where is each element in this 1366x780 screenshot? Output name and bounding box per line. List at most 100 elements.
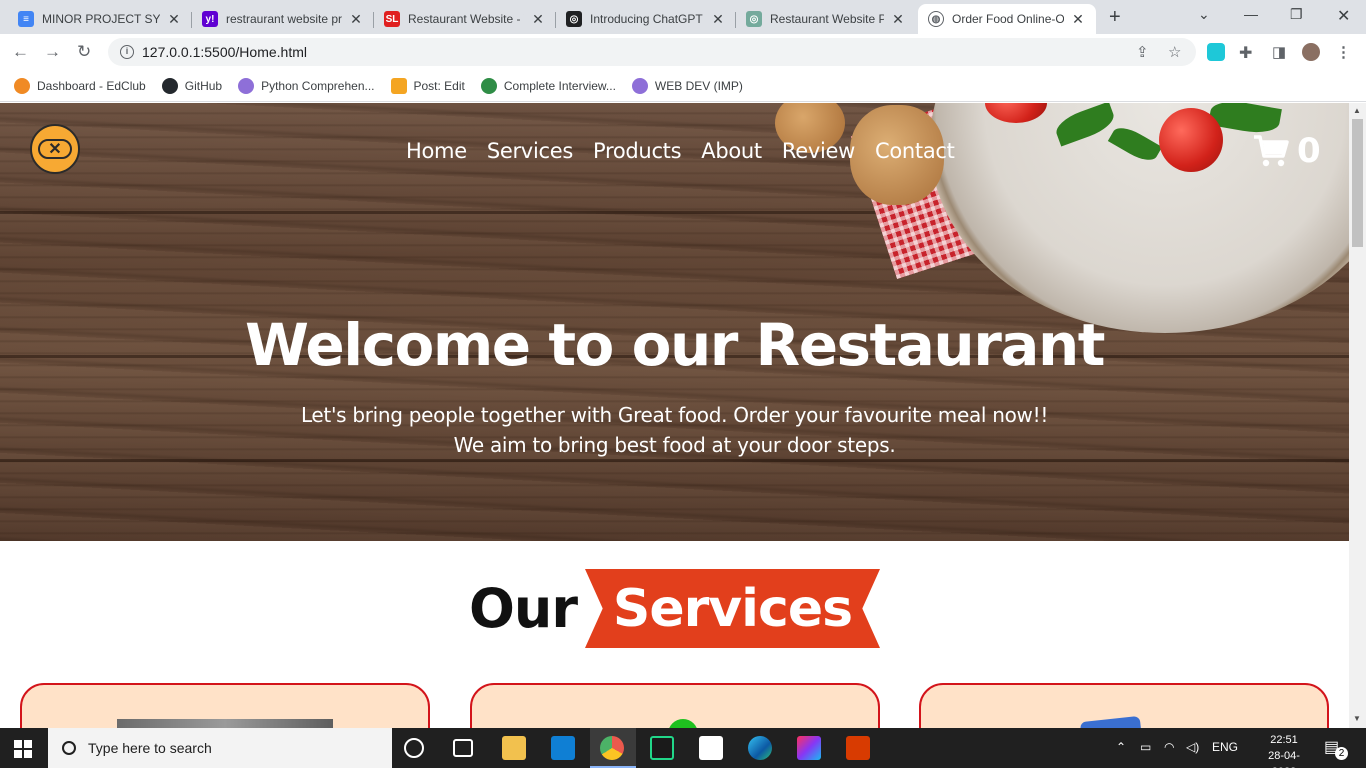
cart-button[interactable]: 0 [1253,131,1321,171]
edge-icon[interactable] [748,736,772,760]
bookmark-label: Python Comprehen... [261,78,375,93]
nav-about[interactable]: About [701,139,762,163]
close-icon[interactable]: ✕ [530,11,546,28]
side-panel-icon[interactable]: ◨ [1272,43,1286,61]
tab-title: Restaurant Website Pr [770,12,884,26]
puzzle-icon[interactable]: ✚ [1239,43,1252,63]
share-icon[interactable]: ⇪ [1136,43,1149,61]
close-icon[interactable]: ✕ [348,11,364,28]
avatar[interactable] [1302,43,1320,61]
back-icon[interactable]: ← [12,42,29,62]
service-image [668,719,698,728]
minimize-button[interactable]: — [1244,6,1258,22]
new-tab-button[interactable]: + [1109,6,1121,29]
tab-1[interactable]: y! restraurant website pr ✕ [192,4,374,34]
nav-review[interactable]: Review [782,139,855,163]
tab-title: Order Food Online-Or [952,12,1064,26]
edclub-icon [14,77,30,94]
nav-services[interactable]: Services [487,139,573,163]
forward-icon[interactable]: → [44,42,61,62]
tab-4[interactable]: ◎ Restaurant Website Pr ✕ [736,4,916,34]
bookmark-item[interactable]: Python Comprehen... [238,77,375,94]
globe-icon: ◍ [928,11,944,27]
vscode-icon[interactable] [551,736,575,760]
tab-title: Restaurant Website - V [408,12,524,26]
reload-icon[interactable]: ↻ [77,42,91,62]
tab-3[interactable]: ◎ Introducing ChatGPT ✕ [556,4,736,34]
fork-knife-icon: ✕ [38,139,72,159]
scroll-up-icon[interactable]: ▲ [1353,106,1361,115]
url-text: 127.0.0.1:5500/Home.html [142,44,307,60]
tab-0[interactable]: ≡ MINOR PROJECT SYNO ✕ [8,4,192,34]
site-info-icon[interactable]: i [120,45,134,59]
show-hidden-icons[interactable]: ⌃ [1116,740,1126,754]
extension-icon[interactable] [1207,43,1225,61]
office-icon[interactable] [846,736,870,760]
service-card[interactable] [470,683,880,728]
close-icon[interactable]: ✕ [1070,11,1086,28]
sl-icon: SL [384,11,400,27]
close-window-button[interactable]: ✕ [1337,6,1350,26]
bookmark-item[interactable]: Post: Edit [390,77,465,94]
task-view-icon[interactable] [453,739,473,757]
clock-date: 28-04-2023 [1268,750,1300,778]
bookmark-item[interactable]: Complete Interview... [480,77,616,94]
profile-icon [238,77,255,94]
close-icon[interactable]: ✕ [890,11,906,28]
search-placeholder: Type here to search [88,740,212,756]
volume-icon[interactable]: ◁) [1186,740,1199,754]
close-icon[interactable]: ✕ [710,11,726,28]
blogger-icon [390,77,407,94]
tab-title: Introducing ChatGPT [590,12,703,26]
menu-icon[interactable]: ⋮ [1336,43,1351,61]
bookmark-item[interactable]: WEB DEV (IMP) [631,77,743,94]
tab-2[interactable]: SL Restaurant Website - V ✕ [374,4,556,34]
chrome-active-indicator [590,728,636,768]
search-icon [62,741,76,755]
intellij-icon[interactable] [797,736,821,760]
page-viewport: ✕ Home Services Products About Review Co… [0,103,1349,728]
service-card[interactable] [919,683,1329,728]
address-bar[interactable]: i 127.0.0.1:5500/Home.html [108,38,1196,66]
hero-subtitle-line1: Let's bring people together with Great f… [300,403,1049,427]
close-icon[interactable]: ✕ [166,11,182,28]
notification-count: 2 [1335,747,1348,760]
windows-taskbar: Type here to search ⌃ ▭ ◠ ◁) ENG 22:51 2… [0,728,1366,778]
bookmarks-bar: Dashboard - EdClub GitHub Python Compreh… [0,70,1366,102]
battery-icon[interactable]: ▭ [1140,740,1151,754]
taskbar-clock[interactable]: 22:51 28-04-2023 [1256,732,1312,780]
scroll-down-icon[interactable]: ▼ [1353,714,1361,723]
service-card[interactable] [20,683,430,728]
language-indicator[interactable]: ENG [1212,740,1238,754]
windows-start-icon[interactable] [14,740,32,758]
heading-word-services: Services [612,578,853,639]
wifi-icon[interactable]: ◠ [1164,740,1174,754]
restore-button[interactable]: ❐ [1290,6,1303,23]
store-icon[interactable] [699,736,723,760]
heading-word-our: Our [469,577,578,640]
hero-title: Welcome to our Restaurant [245,311,1105,379]
scrollbar-thumb[interactable] [1352,119,1363,247]
cart-count: 0 [1297,131,1321,171]
page-scrollbar[interactable]: ▲ ▼ [1349,103,1366,728]
profile-icon [631,77,648,94]
bookmark-label: WEB DEV (IMP) [654,78,743,93]
service-image [117,719,333,728]
nav-contact[interactable]: Contact [875,139,955,163]
file-explorer-icon[interactable] [502,736,526,760]
site-logo[interactable]: ✕ [30,124,80,174]
nav-products[interactable]: Products [593,139,682,163]
taskbar-search[interactable]: Type here to search [48,728,392,768]
pycharm-icon[interactable] [650,736,674,760]
cortana-icon[interactable] [404,738,424,758]
tab-search-icon[interactable]: ⌄ [1198,6,1210,23]
tab-title: MINOR PROJECT SYNO [42,12,160,26]
bookmark-item[interactable]: Dashboard - EdClub [14,77,146,94]
docs-icon: ≡ [18,11,34,27]
nav-home[interactable]: Home [406,139,467,163]
tab-5-active[interactable]: ◍ Order Food Online-Or ✕ [918,4,1096,34]
bookmark-star-icon[interactable]: ☆ [1168,43,1181,61]
openai-icon: ◎ [566,11,582,27]
bookmark-item[interactable]: GitHub [161,77,222,94]
bookmark-label: Post: Edit [413,78,465,93]
